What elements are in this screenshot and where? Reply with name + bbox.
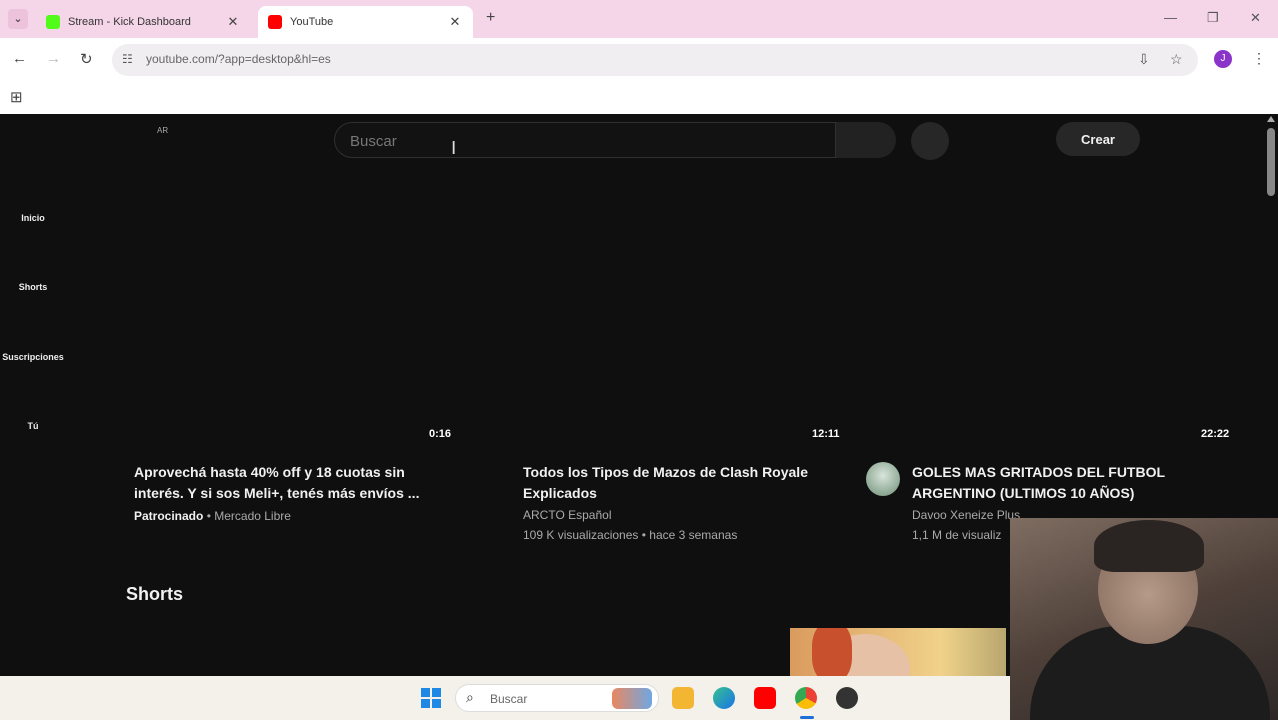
video-title[interactable]: Todos los Tipos de Mazos de Clash Royale — [523, 462, 808, 483]
country-code: AR — [157, 126, 169, 135]
taskbar-search[interactable]: ⌕ Buscar — [455, 684, 659, 712]
video-title[interactable]: Aprovechá hasta 40% off y 18 cuotas sin — [134, 462, 405, 483]
video-title[interactable]: Explicados — [523, 483, 597, 504]
channel-name[interactable]: Davoo Xeneize Plus — [912, 508, 1020, 522]
shorts-heading: Shorts — [126, 584, 184, 604]
window-close-icon[interactable]: ✕ — [1250, 10, 1261, 26]
tab-youtube[interactable]: YouTube ✕ — [258, 6, 473, 38]
voice-search-button[interactable] — [911, 122, 949, 160]
video-title[interactable]: GOLES MAS GRITADOS DEL FUTBOL — [912, 462, 1165, 483]
kick-favicon-icon — [46, 15, 60, 29]
forward-arrow-icon[interactable]: → — [46, 50, 61, 67]
reload-icon[interactable]: ↻ — [80, 50, 93, 68]
active-app-indicator — [800, 716, 814, 719]
bookmark-star-icon[interactable]: ☆ — [1170, 51, 1183, 68]
create-button[interactable]: Crear — [1056, 122, 1140, 156]
streamer-webcam-overlay — [1010, 518, 1278, 720]
sidebar-item-suscripciones[interactable]: Suscripciones — [0, 352, 66, 362]
tab-search-chevron-icon[interactable]: ⌄ — [8, 9, 28, 29]
search-icon: ⌕ — [466, 689, 474, 705]
channel-name[interactable]: • Mercado Libre — [207, 509, 291, 523]
sidebar-item-shorts[interactable]: Shorts — [0, 282, 66, 292]
search-highlight-image — [612, 688, 652, 709]
browser-toolbar: ← → ↻ ☷ youtube.com/?app=desktop&hl=es ⇩… — [0, 38, 1278, 82]
scroll-up-arrow-icon[interactable] — [1267, 116, 1275, 122]
chrome-browser-icon[interactable] — [795, 687, 817, 709]
close-icon[interactable]: ✕ — [447, 14, 463, 30]
channel-avatar[interactable] — [866, 462, 900, 496]
apps-grid-icon[interactable]: ⊞ — [10, 88, 23, 106]
webcam-hair — [1094, 520, 1204, 572]
restore-icon[interactable]: ❐ — [1207, 10, 1219, 26]
search-placeholder: Buscar — [350, 133, 397, 150]
video-channel[interactable]: Patrocinado • Mercado Libre — [134, 509, 291, 523]
sidebar-item-inicio[interactable]: Inicio — [0, 213, 66, 223]
browser-tab-strip: ⌄ Stream - Kick Dashboard ✕ YouTube ✕ + … — [0, 0, 1278, 38]
video-title[interactable]: ARGENTINO (ULTIMOS 10 AÑOS) — [912, 483, 1134, 504]
site-info-icon[interactable]: ☷ — [122, 52, 133, 66]
browser-menu-icon[interactable]: ⋮ — [1252, 50, 1266, 67]
tab-kick-dashboard[interactable]: Stream - Kick Dashboard ✕ — [36, 6, 251, 38]
scroll-thumb[interactable] — [1267, 128, 1275, 196]
windows-taskbar: ⌕ Buscar — [0, 676, 1010, 720]
video-duration: 22:22 — [1201, 428, 1230, 440]
search-button[interactable] — [836, 122, 896, 158]
webcam-hair — [812, 628, 852, 676]
search-input[interactable]: Buscar — [334, 122, 836, 158]
secondary-webcam-overlay — [790, 628, 1006, 676]
channel-name[interactable]: ARCTO Español — [523, 508, 611, 522]
close-icon[interactable]: ✕ — [225, 14, 241, 30]
obs-app-icon[interactable] — [836, 687, 858, 709]
video-duration: 0:16 — [429, 428, 452, 440]
youtube-app-icon[interactable] — [754, 687, 776, 709]
address-bar[interactable]: ☷ youtube.com/?app=desktop&hl=es ⇩ ☆ — [112, 44, 1198, 76]
text-cursor-icon: Ⅰ — [451, 138, 457, 159]
sidebar-item-tu[interactable]: Tú — [0, 421, 66, 431]
new-tab-icon[interactable]: + — [486, 9, 495, 27]
youtube-favicon-icon — [268, 15, 282, 29]
file-explorer-icon[interactable] — [672, 687, 694, 709]
bookmarks-bar: ⊞ — [0, 82, 1278, 114]
taskbar-search-label: Buscar — [490, 692, 528, 706]
tab-title: Stream - Kick Dashboard — [68, 16, 191, 28]
minimize-icon[interactable]: — — [1164, 10, 1177, 25]
profile-avatar[interactable]: J — [1214, 50, 1232, 68]
video-stats: 1,1 M de visualiz — [912, 528, 1002, 542]
video-title[interactable]: interés. Y si sos Meli+, tenés más envío… — [134, 483, 419, 504]
edge-browser-icon[interactable] — [713, 687, 735, 709]
video-stats: 109 K visualizaciones • hace 3 semanas — [523, 528, 738, 542]
video-duration: 12:11 — [812, 428, 840, 440]
windows-start-icon[interactable] — [421, 688, 441, 708]
install-app-icon[interactable]: ⇩ — [1138, 51, 1150, 68]
url-text[interactable]: youtube.com/?app=desktop&hl=es — [146, 52, 331, 66]
sponsored-label: Patrocinado — [134, 509, 204, 523]
tab-title: YouTube — [290, 16, 334, 28]
back-arrow-icon[interactable]: ← — [12, 50, 27, 67]
